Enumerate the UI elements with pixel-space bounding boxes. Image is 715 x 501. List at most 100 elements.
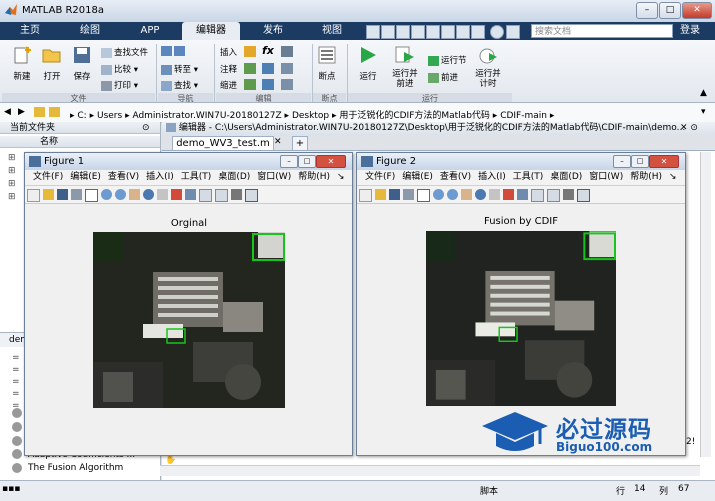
tab-home[interactable]: 主页 xyxy=(4,22,56,40)
fused-satellite-image[interactable] xyxy=(426,231,616,406)
menu-help[interactable]: 帮助(H) xyxy=(630,172,662,182)
name-column-header[interactable]: 名称 xyxy=(0,136,160,148)
original-satellite-image[interactable] xyxy=(93,232,285,408)
data-cursor-icon[interactable] xyxy=(489,189,500,200)
tree-expanders[interactable]: ⊞ ⊞ ⊞ ⊞ xyxy=(8,152,16,204)
quick-paste-icon[interactable] xyxy=(411,25,425,39)
goto-button[interactable]: 转至 ▾ xyxy=(161,63,198,75)
zoom-out-icon[interactable] xyxy=(115,189,126,200)
fx-insert-function-icon[interactable]: fx xyxy=(262,44,274,57)
legend-icon[interactable] xyxy=(215,189,228,202)
path-dropdown-icon[interactable]: ▾ xyxy=(701,107,706,117)
brush-icon[interactable] xyxy=(503,189,514,200)
open-button[interactable]: 打开 xyxy=(39,70,65,82)
browse-folder-icon[interactable] xyxy=(49,107,60,117)
brush-icon[interactable] xyxy=(171,189,182,200)
menu-overflow-icon[interactable]: ↘ xyxy=(669,172,677,182)
tab-view[interactable]: 视图 xyxy=(305,22,359,40)
new-figure-icon[interactable] xyxy=(359,189,372,202)
zoom-in-icon[interactable] xyxy=(101,189,112,200)
data-cursor-icon[interactable] xyxy=(157,189,168,200)
path-segment-drive[interactable]: C: xyxy=(77,111,86,121)
editor-close-icon[interactable]: ✕ ⊙ xyxy=(680,123,698,133)
comment-button[interactable]: 注释 xyxy=(220,63,237,75)
rotate-3d-icon[interactable] xyxy=(143,189,154,200)
uncomment-icon[interactable] xyxy=(281,63,293,74)
edit-plot-icon[interactable] xyxy=(417,189,430,202)
menu-tools[interactable]: 工具(T) xyxy=(181,172,212,182)
file-item[interactable]: The Fusion Algorithm xyxy=(28,463,123,473)
colorbar-icon[interactable] xyxy=(531,189,544,202)
run-and-time-button[interactable]: 运行并 计时 xyxy=(471,69,505,89)
save-figure-icon[interactable] xyxy=(57,189,68,200)
path-segment-desktop[interactable]: Desktop xyxy=(292,111,329,121)
rotate-3d-icon[interactable] xyxy=(475,189,486,200)
colorbar-icon[interactable] xyxy=(199,189,212,202)
menu-edit[interactable]: 编辑(E) xyxy=(402,172,433,182)
run-button[interactable]: 运行 xyxy=(354,70,382,82)
editor-file-tab[interactable]: demo_WV3_test.m xyxy=(172,136,274,151)
figure-2-maximize[interactable]: □ xyxy=(631,155,649,168)
figure-1-minimize[interactable]: – xyxy=(280,155,298,168)
maximize-button[interactable]: □ xyxy=(659,2,681,19)
comment-icon[interactable] xyxy=(244,63,256,74)
compare-button[interactable]: 比较 ▾ xyxy=(101,63,138,75)
menu-window[interactable]: 窗口(W) xyxy=(589,172,623,182)
nav-forward-icon[interactable]: ▶ xyxy=(18,107,25,117)
print-button[interactable]: 打印 ▾ xyxy=(101,79,138,91)
run-section-button[interactable]: 运行节 xyxy=(428,54,467,66)
zoom-out-icon[interactable] xyxy=(447,189,458,200)
quick-redo-icon[interactable] xyxy=(441,25,455,39)
run-icon[interactable] xyxy=(357,45,379,65)
tab-publish[interactable]: 发布 xyxy=(243,22,303,40)
path-segment-users[interactable]: Users xyxy=(97,111,122,121)
menu-tools[interactable]: 工具(T) xyxy=(513,172,544,182)
quick-layout-icon[interactable] xyxy=(471,25,485,39)
zoom-in-icon[interactable] xyxy=(433,189,444,200)
smart-indent-icon[interactable] xyxy=(262,79,274,90)
menu-insert[interactable]: 插入(I) xyxy=(478,172,506,182)
print-figure-icon[interactable] xyxy=(403,189,414,200)
tab-apps[interactable]: APP xyxy=(122,22,178,40)
path-segment-cdif-main[interactable]: CDIF-main xyxy=(500,111,547,121)
menu-overflow-icon[interactable]: ↘ xyxy=(337,172,345,182)
link-plot-icon[interactable] xyxy=(517,189,528,200)
comment-toggle-icon[interactable] xyxy=(262,63,274,74)
run-and-advance-icon[interactable] xyxy=(394,45,416,65)
menu-help[interactable]: 帮助(H) xyxy=(298,172,330,182)
quick-cut-icon[interactable] xyxy=(381,25,395,39)
breakpoints-button[interactable]: 断点 xyxy=(314,70,340,82)
new-button[interactable]: 新建 xyxy=(9,70,35,82)
hide-tools-icon[interactable] xyxy=(231,189,242,200)
menu-file[interactable]: 文件(F) xyxy=(365,172,395,182)
open-file-icon[interactable] xyxy=(375,189,386,200)
find-files-button[interactable]: 查找文件 xyxy=(101,46,148,58)
menu-edit[interactable]: 编辑(E) xyxy=(70,172,101,182)
indent-icon[interactable] xyxy=(244,79,256,90)
horizontal-scrollbar[interactable] xyxy=(160,465,700,476)
new-tab-icon[interactable]: + xyxy=(292,136,308,151)
menu-window[interactable]: 窗口(W) xyxy=(257,172,291,182)
close-button[interactable]: ✕ xyxy=(682,2,712,19)
quick-copy-icon[interactable] xyxy=(396,25,410,39)
figure-2-minimize[interactable]: – xyxy=(613,155,631,168)
menu-view[interactable]: 查看(V) xyxy=(108,172,139,182)
search-documentation-input[interactable]: 搜索文档 xyxy=(531,24,673,38)
indent-button[interactable]: 缩进 xyxy=(220,79,237,91)
open-file-icon[interactable] xyxy=(43,189,54,200)
save-icon[interactable] xyxy=(72,46,92,64)
up-folder-icon[interactable] xyxy=(34,107,45,117)
figure-window-1[interactable]: Figure 1 – □ ✕ 文件(F) 编辑(E) 查看(V) 插入(I) 工具(T)… xyxy=(24,152,353,456)
quick-save-icon[interactable] xyxy=(366,25,380,39)
collapse-ribbon-icon[interactable]: ▲ xyxy=(700,88,707,98)
open-folder-icon[interactable] xyxy=(42,46,62,64)
nav-back-icon[interactable]: ◀ xyxy=(4,107,11,117)
show-tools-icon[interactable] xyxy=(245,189,258,202)
close-tab-icon[interactable]: ✕ xyxy=(274,137,282,147)
edit-plot-icon[interactable] xyxy=(85,189,98,202)
minimize-button[interactable]: – xyxy=(636,2,658,19)
menu-view[interactable]: 查看(V) xyxy=(440,172,471,182)
hide-tools-icon[interactable] xyxy=(563,189,574,200)
advance-button[interactable]: 前进 xyxy=(428,71,458,83)
save-figure-icon[interactable] xyxy=(389,189,400,200)
